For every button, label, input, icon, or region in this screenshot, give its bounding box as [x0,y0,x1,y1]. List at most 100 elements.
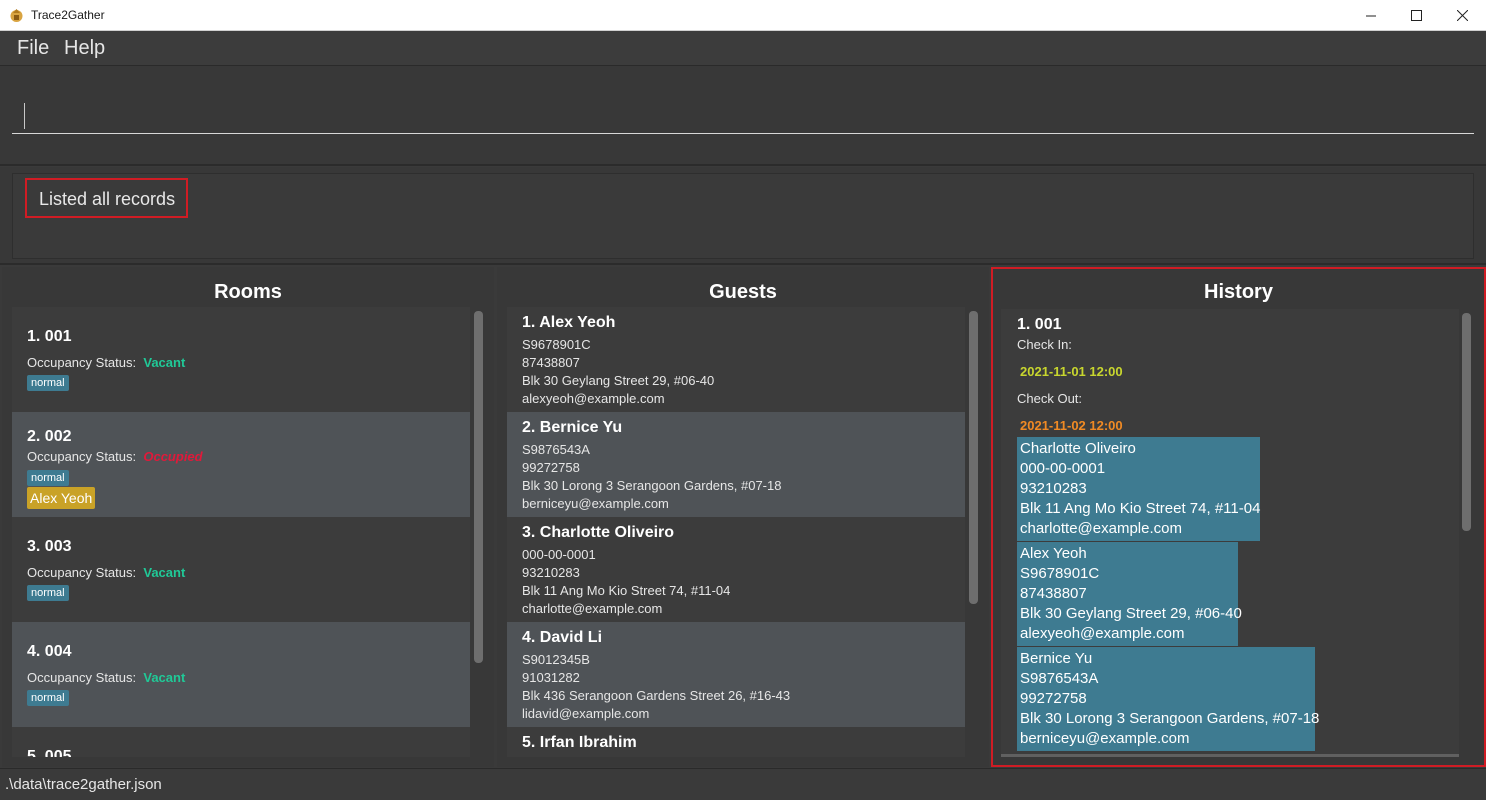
history-guest-id: 000-00-0001 [1020,460,1106,477]
command-box [0,66,1486,166]
history-scrollbar[interactable] [1462,313,1471,753]
history-list[interactable]: 1. 001 Check In: 2021-11-01 12:00 Check … [1001,309,1459,757]
guest-email: lidavid@example.com [522,706,650,721]
room-tag: normal [27,585,69,601]
close-icon [1456,10,1468,21]
guest-phone: 91031282 [522,670,580,685]
history-guest-card: Bernice Yu S9876543A 99272758 Blk 30 Lor… [1017,647,1320,751]
guests-panel: Guests 1. Alex Yeoh S9678901C 87438807 B… [497,267,989,767]
rooms-list[interactable]: 1. 001 Occupancy Status: Vacant normal 2… [12,307,470,757]
room-guest-chip: Alex Yeoh [27,487,96,509]
room-card[interactable]: 2. 002 Occupancy Status: Occupied normal… [12,412,470,517]
room-status: Occupancy Status: Occupied [27,449,203,464]
close-button[interactable] [1439,0,1485,31]
result-message: Listed all records [25,178,188,218]
menu-bar: File Help [0,31,1486,66]
room-card[interactable]: 4. 004 Occupancy Status: Vacant normal [12,622,470,727]
rooms-title: Rooms [214,281,282,303]
history-title: History [1204,281,1273,303]
guest-phone: 99272758 [522,460,580,475]
check-out-time: 2021-11-02 12:00 [1020,418,1123,433]
history-guest-name: Alex Yeoh [1020,545,1087,562]
minimize-icon [1366,15,1376,16]
guest-card[interactable]: 4. David Li S9012345B 91031282 Blk 436 S… [507,622,965,727]
status-bar: .\data\trace2gather.json [0,768,1486,800]
history-guest-address: Blk 11 Ang Mo Kio Street 74, #11-04 [1020,500,1261,517]
check-in-label: Check In: [1017,337,1072,352]
history-panel: History 1. 001 Check In: 2021-11-01 12:0… [991,267,1486,767]
room-tag: normal [27,690,69,706]
room-title: 2. 002 [27,428,72,445]
menu-file[interactable]: File [17,37,49,60]
guest-address: Blk 436 Serangoon Gardens Street 26, #16… [522,688,791,703]
status-occupied: Occupied [143,449,203,464]
history-room-title: 1. 001 [1017,316,1062,333]
status-vacant: Vacant [143,670,186,685]
history-guest-phone: 99272758 [1020,690,1087,707]
maximize-icon [1410,10,1422,21]
guest-name: 3. Charlotte Oliveiro [522,524,675,541]
history-guest-email: charlotte@example.com [1020,520,1182,537]
history-guest-phone: 93210283 [1020,480,1087,497]
history-guest-address: Blk 30 Geylang Street 29, #06-40 [1020,605,1242,622]
command-input[interactable] [12,98,1474,134]
guest-card[interactable]: 3. Charlotte Oliveiro 000-00-0001 932102… [507,517,965,622]
history-guest-id: S9876543A [1020,670,1099,687]
title-bar: Trace2Gather [0,0,1486,31]
history-guest-name: Bernice Yu [1020,650,1093,667]
history-guest-id: S9678901C [1020,565,1100,582]
maximize-button[interactable] [1393,0,1439,31]
guest-card[interactable]: 5. Irfan Ibrahim [507,727,965,757]
guest-email: charlotte@example.com [522,601,663,616]
rooms-panel: Rooms 1. 001 Occupancy Status: Vacant no… [2,267,494,767]
room-title: 1. 001 [27,328,72,345]
status-vacant: Vacant [143,565,186,580]
history-guest-phone: 87438807 [1020,585,1087,602]
check-out-label: Check Out: [1017,391,1083,406]
check-in-time: 2021-11-01 12:00 [1020,364,1123,379]
guests-list[interactable]: 1. Alex Yeoh S9678901C 87438807 Blk 30 G… [507,307,965,757]
guests-scroll-thumb[interactable] [969,311,978,604]
history-guest-address: Blk 30 Lorong 3 Serangoon Gardens, #07-1… [1020,710,1320,727]
guest-email: alexyeoh@example.com [522,391,665,406]
guest-phone: 93210283 [522,565,580,580]
guest-id: S9012345B [522,652,590,667]
guest-name: 2. Bernice Yu [522,419,623,436]
guest-card[interactable]: 2. Bernice Yu S9876543A 99272758 Blk 30 … [507,412,965,517]
history-guest-name: Charlotte Oliveiro [1020,440,1136,457]
history-scroll-thumb[interactable] [1462,313,1471,531]
room-card[interactable]: 1. 001 Occupancy Status: Vacant normal [12,307,470,412]
menu-help[interactable]: Help [64,37,105,60]
history-guest-card: Alex Yeoh S9678901C 87438807 Blk 30 Geyl… [1017,542,1242,646]
room-card[interactable]: 5. 005 [12,727,470,757]
guest-name: 1. Alex Yeoh [522,314,616,331]
room-title: 4. 004 [27,643,72,660]
guest-id: S9678901C [522,337,591,352]
guests-scrollbar[interactable] [969,311,978,751]
minimize-button[interactable] [1348,0,1394,31]
result-display: Listed all records [0,167,1486,265]
history-guest-card: Charlotte Oliveiro 000-00-0001 93210283 … [1017,437,1260,541]
save-location: .\data\trace2gather.json [5,776,162,793]
guest-address: Blk 30 Geylang Street 29, #06-40 [522,373,715,388]
text-caret [24,103,25,129]
guest-name: 4. David Li [522,629,603,646]
rooms-scrollbar[interactable] [474,311,483,751]
history-guest-email: berniceyu@example.com [1020,730,1190,747]
room-title: 5. 005 [27,748,72,757]
room-status: Occupancy Status: Vacant [27,355,186,370]
room-title: 3. 003 [27,538,72,555]
guests-title: Guests [709,281,777,303]
history-horizontal-scrollbar[interactable] [1001,754,1459,757]
room-card[interactable]: 3. 003 Occupancy Status: Vacant normal [12,517,470,622]
guest-card[interactable]: 1. Alex Yeoh S9678901C 87438807 Blk 30 G… [507,307,965,412]
history-guest-email: alexyeoh@example.com [1020,625,1185,642]
room-status: Occupancy Status: Vacant [27,565,186,580]
app-logo-icon [10,9,23,22]
guest-email: berniceyu@example.com [522,496,669,511]
rooms-scroll-thumb[interactable] [474,311,483,663]
room-tag: normal [27,375,69,391]
guest-id: 000-00-0001 [522,547,596,562]
guest-address: Blk 30 Lorong 3 Serangoon Gardens, #07-1… [522,478,782,493]
room-tag: normal [27,470,69,486]
